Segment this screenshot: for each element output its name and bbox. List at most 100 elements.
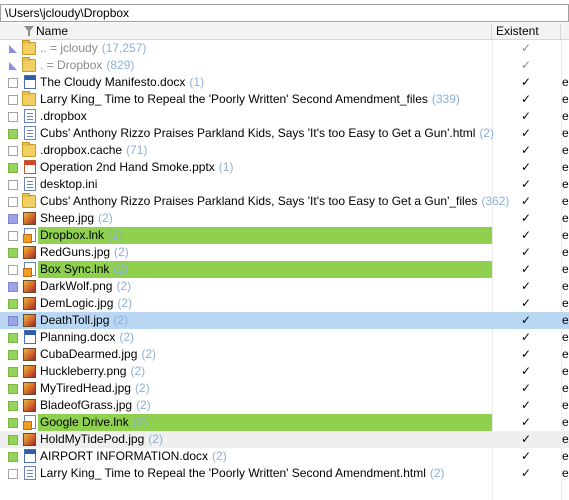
file-row[interactable]: HoldMyTidePod.jpg (2) ✓ e — [0, 431, 569, 448]
file-name[interactable]: The Cloudy Manifesto.docx (1) — [40, 74, 204, 91]
row-checkbox[interactable] — [8, 401, 18, 411]
file-row[interactable]: Box Sync.lnk (2) ✓ e — [0, 261, 569, 278]
file-name-text: . = Dropbox — [40, 58, 103, 72]
row-checkbox[interactable] — [8, 418, 18, 428]
row-checkbox[interactable] — [8, 299, 18, 309]
file-row[interactable]: DarkWolf.png (2) ✓ e — [0, 278, 569, 295]
file-row[interactable]: Cubs' Anthony Rizzo Praises Parkland Kid… — [0, 193, 569, 210]
file-row[interactable]: Dropbox.lnk (2) ✓ e — [0, 227, 569, 244]
truncated-column-text: e — [562, 313, 569, 327]
row-checkbox[interactable] — [8, 435, 18, 445]
file-row[interactable]: MyTiredHead.jpg (2) ✓ e — [0, 380, 569, 397]
file-row[interactable]: CubaDearmed.jpg (2) ✓ e — [0, 346, 569, 363]
file-row[interactable]: Larry King_ Time to Repeal the 'Poorly W… — [0, 91, 569, 108]
file-name[interactable]: .. = jcloudy (17,257) — [40, 40, 146, 57]
row-checkbox[interactable] — [8, 282, 18, 292]
parent-folder-row[interactable]: . = Dropbox (829) ✓ — [0, 57, 569, 74]
row-checkbox[interactable] — [8, 316, 18, 326]
row-checkbox[interactable] — [8, 214, 18, 224]
image-icon — [23, 280, 36, 293]
file-name[interactable]: HoldMyTidePod.jpg (2) — [40, 431, 163, 448]
row-checkbox[interactable] — [8, 129, 18, 139]
file-row[interactable]: Planning.docx (2) ✓ e — [0, 329, 569, 346]
file-name[interactable]: Cubs' Anthony Rizzo Praises Parkland Kid… — [40, 193, 509, 210]
file-name-text: Dropbox.lnk — [40, 228, 105, 242]
existent-check-icon: ✓ — [521, 143, 532, 157]
file-name[interactable]: .dropbox.cache (71) — [40, 142, 147, 159]
file-name-text: Box Sync.lnk — [40, 262, 110, 276]
file-name[interactable]: .dropbox — [40, 108, 87, 125]
row-checkbox[interactable] — [8, 231, 18, 241]
file-name[interactable]: DemLogic.jpg (2) — [40, 295, 132, 312]
file-row[interactable]: DeathToll.jpg (2) ✓ e — [0, 312, 569, 329]
file-row[interactable]: Larry King_ Time to Repeal the 'Poorly W… — [0, 465, 569, 482]
row-checkbox[interactable] — [8, 78, 18, 88]
truncated-column-text: e — [562, 262, 569, 276]
file-name[interactable]: Larry King_ Time to Repeal the 'Poorly W… — [40, 91, 460, 108]
file-row[interactable]: Huckleberry.png (2) ✓ e — [0, 363, 569, 380]
row-checkbox[interactable] — [8, 265, 18, 275]
row-checkbox[interactable] — [8, 163, 18, 173]
file-name[interactable]: AIRPORT INFORMATION.docx (2) — [40, 448, 227, 465]
parent-folder-row[interactable]: .. = jcloudy (17,257) ✓ — [0, 40, 569, 57]
row-checkbox[interactable] — [8, 350, 18, 360]
file-name[interactable]: MyTiredHead.jpg (2) — [40, 380, 150, 397]
file-name[interactable]: Larry King_ Time to Repeal the 'Poorly W… — [40, 465, 445, 482]
up-arrow-icon[interactable] — [8, 61, 18, 71]
row-checkbox[interactable] — [8, 452, 18, 462]
file-name[interactable]: DeathToll.jpg (2) — [40, 312, 128, 329]
row-checkbox[interactable] — [8, 333, 18, 343]
file-row[interactable]: .dropbox ✓ e — [0, 108, 569, 125]
row-checkbox[interactable] — [8, 384, 18, 394]
file-row[interactable]: RedGuns.jpg (2) ✓ e — [0, 244, 569, 261]
file-row[interactable]: desktop.ini ✓ e — [0, 176, 569, 193]
shortcut-icon — [23, 415, 36, 430]
file-name[interactable]: desktop.ini — [40, 176, 97, 193]
column-header-name[interactable]: Name — [0, 23, 492, 40]
item-count: (2) — [141, 347, 157, 361]
file-row[interactable]: BladeofGrass.jpg (2) ✓ e — [0, 397, 569, 414]
file-name-text: .. = jcloudy — [40, 41, 98, 55]
file-row[interactable]: AIRPORT INFORMATION.docx (2) ✓ e — [0, 448, 569, 465]
file-name[interactable]: DarkWolf.png (2) — [40, 278, 131, 295]
file-row[interactable]: Operation 2nd Hand Smoke.pptx (1) ✓ e — [0, 159, 569, 176]
file-name[interactable]: Google Drive.lnk (2) — [40, 414, 147, 431]
row-checkbox[interactable] — [8, 180, 18, 190]
file-row[interactable]: Cubs' Anthony Rizzo Praises Parkland Kid… — [0, 125, 569, 142]
file-name[interactable]: Cubs' Anthony Rizzo Praises Parkland Kid… — [40, 125, 494, 142]
column-header-existent[interactable]: Existent — [492, 23, 561, 40]
word-document-icon — [24, 330, 36, 344]
file-name[interactable]: CubaDearmed.jpg (2) — [40, 346, 156, 363]
file-row[interactable]: Sheep.jpg (2) ✓ e — [0, 210, 569, 227]
file-row[interactable]: .dropbox.cache (71) ✓ e — [0, 142, 569, 159]
file-name[interactable]: Sheep.jpg (2) — [40, 210, 113, 227]
file-row[interactable]: Google Drive.lnk (2) ✓ e — [0, 414, 569, 431]
row-checkbox[interactable] — [8, 112, 18, 122]
item-count: (829) — [106, 58, 135, 72]
file-name[interactable]: Operation 2nd Hand Smoke.pptx (1) — [40, 159, 233, 176]
row-checkbox[interactable] — [8, 197, 18, 207]
file-icon — [24, 177, 36, 191]
up-arrow-icon[interactable] — [8, 44, 18, 54]
file-name[interactable]: Huckleberry.png (2) — [40, 363, 145, 380]
truncated-column-text: e — [562, 75, 569, 89]
column-header-more[interactable] — [561, 23, 569, 40]
file-name[interactable]: Box Sync.lnk (2) — [40, 261, 128, 278]
file-name[interactable]: Dropbox.lnk (2) — [40, 227, 123, 244]
row-checkbox[interactable] — [8, 248, 18, 258]
file-name[interactable]: Planning.docx (2) — [40, 329, 134, 346]
row-checkbox[interactable] — [8, 95, 18, 105]
file-name[interactable]: RedGuns.jpg (2) — [40, 244, 129, 261]
file-name[interactable]: BladeofGrass.jpg (2) — [40, 397, 151, 414]
file-row[interactable]: The Cloudy Manifesto.docx (1) ✓ e — [0, 74, 569, 91]
file-row[interactable]: DemLogic.jpg (2) ✓ e — [0, 295, 569, 312]
file-name[interactable]: . = Dropbox (829) — [40, 57, 134, 74]
row-checkbox[interactable] — [8, 367, 18, 377]
path-bar[interactable]: \Users\jcloudy\Dropbox — [0, 4, 569, 22]
row-checkbox[interactable] — [8, 146, 18, 156]
row-checkbox[interactable] — [8, 469, 18, 479]
truncated-column-text: e — [562, 296, 569, 310]
existent-check-icon: ✓ — [521, 313, 532, 327]
item-count: (2) — [148, 432, 163, 446]
existent-check-icon: ✓ — [521, 58, 532, 72]
